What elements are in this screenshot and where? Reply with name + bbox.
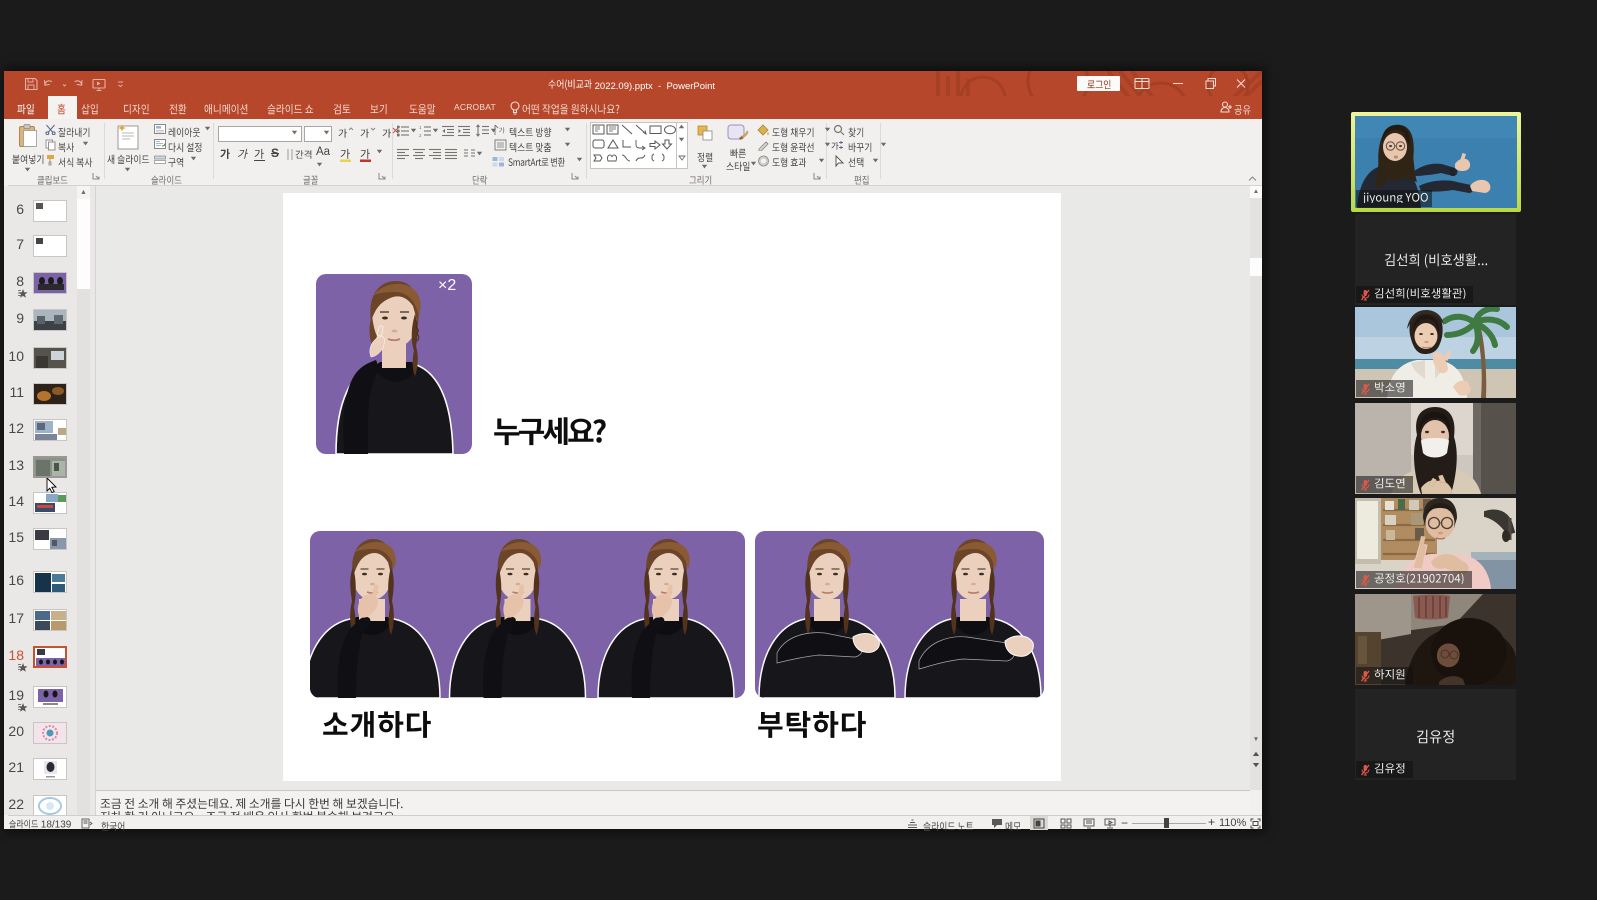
svg-text:2: 2	[419, 133, 422, 137]
svg-text:1: 1	[419, 125, 422, 130]
